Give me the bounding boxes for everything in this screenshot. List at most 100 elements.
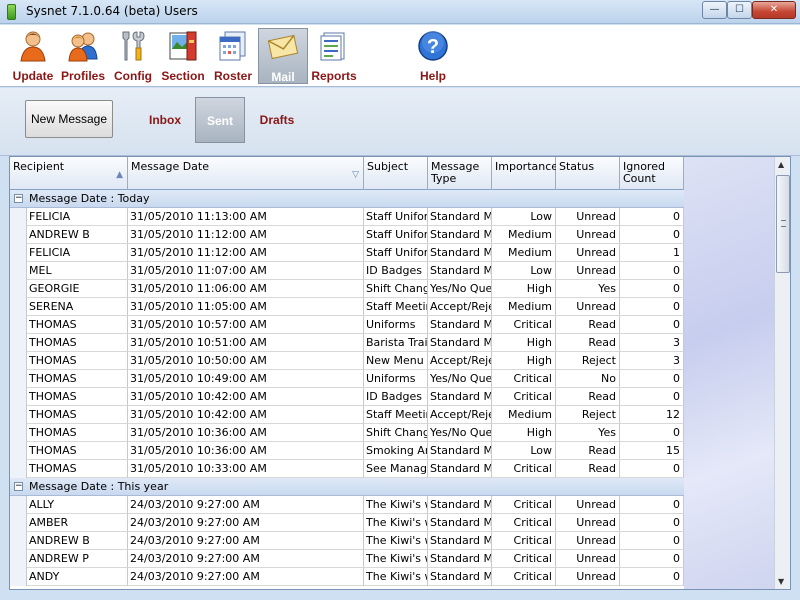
col-recipient-header[interactable]: Recipient ▲ bbox=[10, 157, 128, 190]
header-label: Status bbox=[559, 160, 595, 173]
toolbar-profiles-button[interactable]: Profiles bbox=[60, 28, 106, 84]
grid-empty-area bbox=[684, 157, 774, 589]
col-message-date-cell: 31/05/2010 10:49:00 AM bbox=[128, 370, 364, 388]
maximize-button[interactable]: ☐ bbox=[727, 1, 752, 19]
row-indent bbox=[10, 424, 27, 442]
header-label: Message Type bbox=[431, 160, 480, 185]
filter-icon[interactable]: ▽ bbox=[352, 169, 359, 181]
table-row[interactable]: THOMAS 31/05/2010 10:57:00 AM Uniforms Stan… bbox=[10, 316, 684, 334]
col-subject-cell: Staff Meeting bbox=[364, 298, 428, 316]
toolbar-label: Config bbox=[114, 69, 152, 83]
tab-sent[interactable]: Sent bbox=[195, 97, 245, 143]
col-status-header[interactable]: Status bbox=[556, 157, 620, 190]
col-recipient-cell: THOMAS bbox=[27, 352, 128, 370]
scroll-thumb[interactable] bbox=[776, 175, 790, 273]
col-message-type-cell: Standard Message bbox=[428, 334, 492, 352]
toolbar-help-button[interactable]: ? Help bbox=[412, 28, 454, 84]
col-message-type-cell: Standard Message bbox=[428, 568, 492, 586]
table-row[interactable]: THOMAS31/05/2010 10:36:00 AMSmoking Area… bbox=[10, 442, 684, 460]
table-row[interactable]: THOMAS 31/05/2010 10:42:00 AM ID Badges Sta… bbox=[10, 388, 684, 406]
col-importance-cell: Low bbox=[492, 208, 556, 226]
collapse-icon[interactable]: − bbox=[14, 194, 23, 203]
col-status-cell: Read bbox=[556, 460, 620, 478]
col-importance-cell: Medium bbox=[492, 244, 556, 262]
row-indent bbox=[10, 262, 27, 280]
row-indent bbox=[10, 568, 27, 586]
group-row[interactable]: − Message Date : This year bbox=[10, 478, 684, 496]
table-row[interactable]: THOMAS 31/05/2010 10:51:00 AM Barista Trai… bbox=[10, 334, 684, 352]
col-recipient-cell: THOMAS bbox=[27, 388, 128, 406]
window-title: Sysnet 7.1.0.64 (beta) Users bbox=[26, 4, 198, 18]
table-row[interactable]: GEORGIE31/05/2010 11:06:00 AMShift Chang… bbox=[10, 280, 684, 298]
tab-drafts[interactable]: Drafts bbox=[252, 97, 302, 143]
mail-icon bbox=[267, 34, 299, 60]
toolbar-mail-button[interactable]: Mail bbox=[258, 28, 308, 84]
grid-header: Recipient ▲ Message Date ▽ Subject Message Ty… bbox=[10, 157, 684, 190]
toolbar-section-button[interactable]: Section bbox=[158, 28, 208, 84]
col-importance-cell: High bbox=[492, 334, 556, 352]
table-row[interactable]: FELICIA 31/05/2010 11:13:00 AM Staff Unifo… bbox=[10, 208, 684, 226]
table-row[interactable]: THOMAS 31/05/2010 10:50:00 AM New Menu T Ac… bbox=[10, 352, 684, 370]
table-row[interactable]: ANDREW P 24/03/2010 9:27:00 AM The Kiwi's … bbox=[10, 550, 684, 568]
col-subject-header[interactable]: Subject bbox=[364, 157, 428, 190]
col-ignored-count-cell: 15 bbox=[620, 442, 684, 460]
config-tools-icon bbox=[122, 31, 145, 61]
table-row[interactable]: THOMAS31/05/2010 10:42:00 AMStaff Meetin… bbox=[10, 406, 684, 424]
table-row[interactable]: THOMAS31/05/2010 10:36:00 AMShift Change… bbox=[10, 424, 684, 442]
col-importance-header[interactable]: Importance bbox=[492, 157, 558, 190]
scroll-down-icon[interactable]: ▼ bbox=[778, 577, 784, 586]
row-indent bbox=[10, 226, 27, 244]
table-row[interactable]: SERENA31/05/2010 11:05:00 AMStaff Meetin… bbox=[10, 298, 684, 316]
sort-ascending-icon[interactable]: ▲ bbox=[116, 169, 123, 181]
new-message-button[interactable]: New Message bbox=[25, 100, 113, 138]
table-row[interactable]: AMBER24/03/2010 9:27:00 AMThe Kiwi's wiS… bbox=[10, 514, 684, 532]
col-subject-cell: ID Badges bbox=[364, 262, 428, 280]
scroll-up-icon[interactable]: ▲ bbox=[778, 160, 784, 169]
col-ignored-count-cell: 12 bbox=[620, 406, 684, 424]
col-message-type-cell: Standard Message bbox=[428, 442, 492, 460]
toolbar-config-button[interactable]: Config bbox=[112, 28, 154, 84]
col-message-type-cell: Standard Message bbox=[428, 262, 492, 280]
table-row[interactable]: FELICIA 31/05/2010 11:12:00 AM Staff Unifo… bbox=[10, 244, 684, 262]
minimize-button[interactable]: — bbox=[702, 1, 727, 19]
table-row[interactable]: ANDREW B 31/05/2010 11:12:00 AM Staff Unif… bbox=[10, 226, 684, 244]
col-recipient-cell: ANDREW P bbox=[27, 550, 128, 568]
col-status-cell: Unread bbox=[556, 208, 620, 226]
title-bar: Sysnet 7.1.0.64 (beta) Users — ☐ ✕ bbox=[0, 0, 800, 24]
col-ignored-count-header[interactable]: Ignored Count bbox=[620, 157, 684, 190]
toolbar-reports-button[interactable]: Reports bbox=[310, 28, 358, 84]
col-importance-cell: Medium bbox=[492, 226, 556, 244]
collapse-icon[interactable]: − bbox=[14, 482, 23, 491]
col-ignored-count-cell: 0 bbox=[620, 568, 684, 586]
col-recipient-cell: ANDREW B bbox=[27, 226, 128, 244]
col-message-date-cell: 31/05/2010 10:51:00 AM bbox=[128, 334, 364, 352]
col-ignored-count-cell: 1 bbox=[620, 244, 684, 262]
tab-inbox[interactable]: Inbox bbox=[140, 97, 190, 143]
table-row[interactable]: THOMAS31/05/2010 10:33:00 AMSee ManagerS… bbox=[10, 460, 684, 478]
toolbar-label: Roster bbox=[213, 69, 252, 83]
table-row[interactable]: ALLY24/03/2010 9:27:00 AMThe Kiwi's wiSt… bbox=[10, 496, 684, 514]
table-row[interactable]: THOMAS 31/05/2010 10:49:00 AM Uniforms Yes/… bbox=[10, 370, 684, 388]
col-message-type-header[interactable]: Message Type bbox=[428, 157, 492, 190]
row-indent bbox=[10, 442, 27, 460]
close-button[interactable]: ✕ bbox=[752, 1, 796, 19]
col-status-cell: Unread bbox=[556, 532, 620, 550]
col-message-date-cell: 31/05/2010 11:12:00 AM bbox=[128, 226, 364, 244]
toolbar-roster-button[interactable]: Roster bbox=[210, 28, 256, 84]
col-importance-cell: Medium bbox=[492, 406, 556, 424]
col-message-type-cell: Standard Message bbox=[428, 532, 492, 550]
col-recipient-cell: SERENA bbox=[27, 298, 128, 316]
col-message-date-cell: 24/03/2010 9:27:00 AM bbox=[128, 532, 364, 550]
table-row[interactable]: MEL 31/05/2010 11:07:00 AM ID Badges Standa… bbox=[10, 262, 684, 280]
table-row[interactable]: ANDREW B 24/03/2010 9:27:00 AM The Kiwi's … bbox=[10, 532, 684, 550]
col-message-type-cell: Standard Message bbox=[428, 496, 492, 514]
col-importance-cell: Critical bbox=[492, 550, 556, 568]
toolbar-update-button[interactable]: Update bbox=[10, 28, 56, 84]
table-row[interactable]: ANDY24/03/2010 9:27:00 AMThe Kiwi's wiSt… bbox=[10, 568, 684, 586]
group-label: Message Date : This year bbox=[29, 480, 169, 493]
col-message-date-header[interactable]: Message Date ▽ bbox=[128, 157, 364, 190]
row-indent bbox=[10, 460, 27, 478]
vertical-scrollbar[interactable]: ▲ ▼ bbox=[774, 157, 790, 589]
col-subject-cell: See Manager bbox=[364, 460, 428, 478]
group-row[interactable]: − Message Date : Today bbox=[10, 190, 684, 208]
